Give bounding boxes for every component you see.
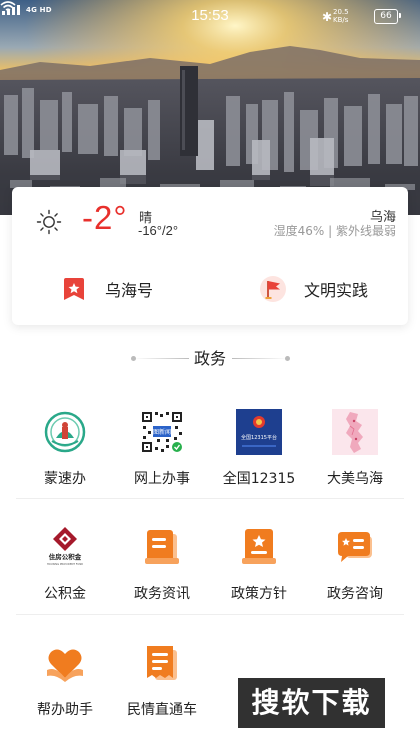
service-label: 政务咨询 xyxy=(327,586,383,602)
title-line-left xyxy=(133,358,189,359)
quick-link-civilization[interactable]: 文明实践 xyxy=(259,266,368,312)
service-public-opinion[interactable]: 民情直通车 xyxy=(112,640,212,719)
quick-link-label: 文明实践 xyxy=(304,281,369,300)
quick-link-label: 乌海号 xyxy=(105,281,154,300)
sun-icon xyxy=(36,209,62,235)
row-divider xyxy=(16,498,404,499)
speed-unit: KB/s xyxy=(333,16,349,24)
section-title-text: 政务 xyxy=(193,349,226,368)
service-housing-fund[interactable]: 住房公积金 HOUSING PROVIDENT FUND 公积金 xyxy=(15,524,115,603)
battery-icon: 66 xyxy=(374,9,398,24)
service-national-12315[interactable]: 全国12315平台 全国12315 xyxy=(209,409,309,488)
title-line-right xyxy=(232,358,288,359)
service-label: 政务资讯 xyxy=(134,586,190,602)
flag-icon xyxy=(260,276,286,302)
housing-fund-cn-text: 住房公积金 xyxy=(49,552,82,561)
network-speed: 20.5 KB/s xyxy=(333,8,349,24)
row-divider xyxy=(16,614,404,615)
service-label: 大美乌海 xyxy=(327,471,383,487)
service-gov-news[interactable]: 政务资讯 xyxy=(112,524,212,603)
weather-details: 湿度46% | 紫外线最弱 xyxy=(273,224,396,238)
qr-code-icon: 图新闻 xyxy=(140,410,184,454)
qr-badge-text: 图新闻 xyxy=(153,428,171,436)
heart-hands-icon xyxy=(47,649,83,682)
city-skyline-banner: 4G HD 15:53 ✱ 20.5 KB/s 66 xyxy=(0,0,420,215)
service-mengsuban[interactable]: 蒙速办 xyxy=(15,409,115,488)
service-label: 网上办事 xyxy=(134,471,190,487)
consult-chat-icon xyxy=(338,532,372,562)
housing-fund-en-text: HOUSING PROVIDENT FUND xyxy=(47,562,83,566)
news-document-icon xyxy=(145,530,179,564)
temperature-range: -16°/2° xyxy=(138,223,179,238)
service-gov-consult[interactable]: 政务咨询 xyxy=(305,524,405,603)
bluetooth-icon: ✱ xyxy=(322,10,333,24)
service-label: 政策方针 xyxy=(231,586,287,602)
title-dot-right xyxy=(285,356,290,361)
mengsuban-logo-icon xyxy=(44,411,86,453)
service-label: 帮办助手 xyxy=(37,702,93,718)
receipt-icon xyxy=(147,646,177,680)
service-helper[interactable]: 帮办助手 xyxy=(15,640,115,719)
policy-star-icon xyxy=(242,529,276,564)
service-label: 民情直通车 xyxy=(127,702,197,718)
housing-fund-logo-icon: 住房公积金 HOUSING PROVIDENT FUND xyxy=(47,527,83,566)
status-bar: 4G HD 15:53 ✱ 20.5 KB/s 66 xyxy=(0,0,420,34)
watermark: 搜软下载 xyxy=(238,678,385,728)
service-label: 蒙速办 xyxy=(44,471,86,487)
battery-tip xyxy=(399,13,401,18)
weather-card: -2° 晴 -16°/2° 乌海 湿度46% | 紫外线最弱 乌海号 文明实践 xyxy=(12,187,408,325)
current-temperature: -2° xyxy=(82,199,128,236)
quick-link-wuhai-hao[interactable]: 乌海号 xyxy=(60,266,153,312)
wifi-icon xyxy=(0,1,16,14)
speed-value: 20.5 xyxy=(333,8,349,16)
service-beautiful-wuhai[interactable]: 大美乌海 xyxy=(305,409,405,488)
service-online-affairs[interactable]: 图新闻 网上办事 xyxy=(112,409,212,488)
bookmark-icon xyxy=(64,278,84,300)
national-12315-icon: 全国12315平台 xyxy=(236,409,282,455)
section-title: 政务 xyxy=(0,348,420,370)
clock: 15:53 xyxy=(191,7,229,24)
map-icon xyxy=(332,409,378,455)
service-label: 公积金 xyxy=(44,586,86,602)
service-policy[interactable]: 政策方针 xyxy=(209,524,309,603)
service-label: 全国12315 xyxy=(222,471,296,487)
national-badge-text: 全国12315平台 xyxy=(241,434,277,441)
